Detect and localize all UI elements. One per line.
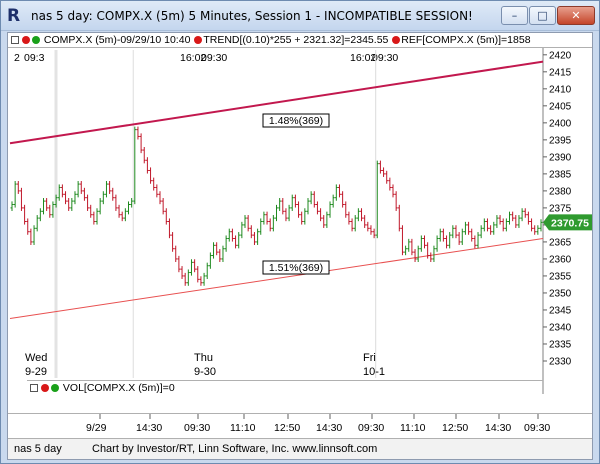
time-axis-strip[interactable]: 9/29 14:30 09:30 11:10 12:50 14:30 09:30 11:10 1… [8,413,592,435]
upper-trendline[interactable] [9,60,544,145]
lower-trend-annotation: 1.51%(369) [269,262,323,274]
time-axis-label: 09:30 [524,422,550,434]
close-button[interactable]: ✕ [557,6,595,25]
price-tick-label: 2400 [549,118,572,129]
top-time-label: 09:30 [201,52,227,64]
status-footer: nas 5 day Chart by Investor/RT, Linn Sof… [8,438,592,459]
time-axis-label: 14:30 [316,422,342,434]
volume-green-dot-icon [51,384,59,392]
price-tick-label: 2395 [549,135,572,146]
date-label: 9-30 [194,366,216,378]
last-price-label: 2370.75 [551,217,589,229]
time-axis-label: 11:10 [230,422,256,434]
price-tick-label: 2415 [549,67,572,78]
investor-rt-logo-icon: R [7,6,21,26]
price-tick-label: 2380 [549,186,572,197]
date-label: 10-1 [363,366,385,378]
price-tick-label: 2350 [549,288,572,299]
time-axis-label: 9/29 [86,422,107,434]
price-tick-label: 2365 [549,237,572,248]
footer-credit: Chart by Investor/RT, Linn Software, Inc… [92,443,378,455]
maximize-button[interactable]: □ [529,6,556,25]
volume-red-dot-icon [41,384,49,392]
volume-label[interactable]: VOL[COMPX.X (5m)]=0 [63,382,175,394]
top-time-label: 09:3 [24,52,45,64]
price-chart[interactable]: 2330233523402345235023552360236523702375… [8,33,592,413]
time-axis-label: 09:30 [184,422,210,434]
price-tick-label: 2375 [549,203,572,214]
chart-window: R nas 5 day: COMPX.X (5m) 5 Minutes, Ses… [0,0,600,464]
top-time-label: 2 [14,52,20,64]
window-title: nas 5 day: COMPX.X (5m) 5 Minutes, Sessi… [31,9,473,23]
time-axis-label: 14:30 [136,422,162,434]
date-label: 9-29 [25,366,47,378]
price-tick-label: 2405 [549,101,572,112]
lower-trendline[interactable] [9,238,544,319]
price-tick-label: 2385 [549,169,572,180]
time-axis-label: 09:30 [358,422,384,434]
time-axis-label: 12:50 [442,422,468,434]
title-bar[interactable]: R nas 5 day: COMPX.X (5m) 5 Minutes, Ses… [1,1,599,31]
volume-menu-square-icon[interactable] [30,384,38,392]
time-axis: 9/29 14:30 09:30 11:10 12:50 14:30 09:30 11:10 1… [86,414,550,434]
price-tick-label: 2360 [549,254,572,265]
price-tick-label: 2330 [549,356,572,367]
time-axis-label: 12:50 [274,422,300,434]
price-tick-label: 2390 [549,152,572,163]
price-tick-label: 2345 [549,305,572,316]
price-tick-label: 2340 [549,322,572,333]
volume-pane-header: VOL[COMPX.X (5m)]=0 [27,380,543,394]
price-tick-label: 2410 [549,84,572,95]
footer-chart-name: nas 5 day [14,443,62,455]
day-label: Fri [363,352,376,364]
day-label: Wed [25,352,47,364]
time-axis-label: 14:30 [485,422,511,434]
price-tick-label: 2355 [549,271,572,282]
upper-trend-annotation: 1.48%(369) [269,115,323,127]
day-label: Thu [194,352,213,364]
chart-client-area: COMPX.X (5m)-09/29/10 10:40 TREND[(0.10)… [7,32,593,460]
minimize-button[interactable]: – [501,6,528,25]
price-tick-label: 2335 [549,339,572,350]
price-tick-label: 2420 [549,50,572,61]
time-axis-label: 11:10 [400,422,426,434]
